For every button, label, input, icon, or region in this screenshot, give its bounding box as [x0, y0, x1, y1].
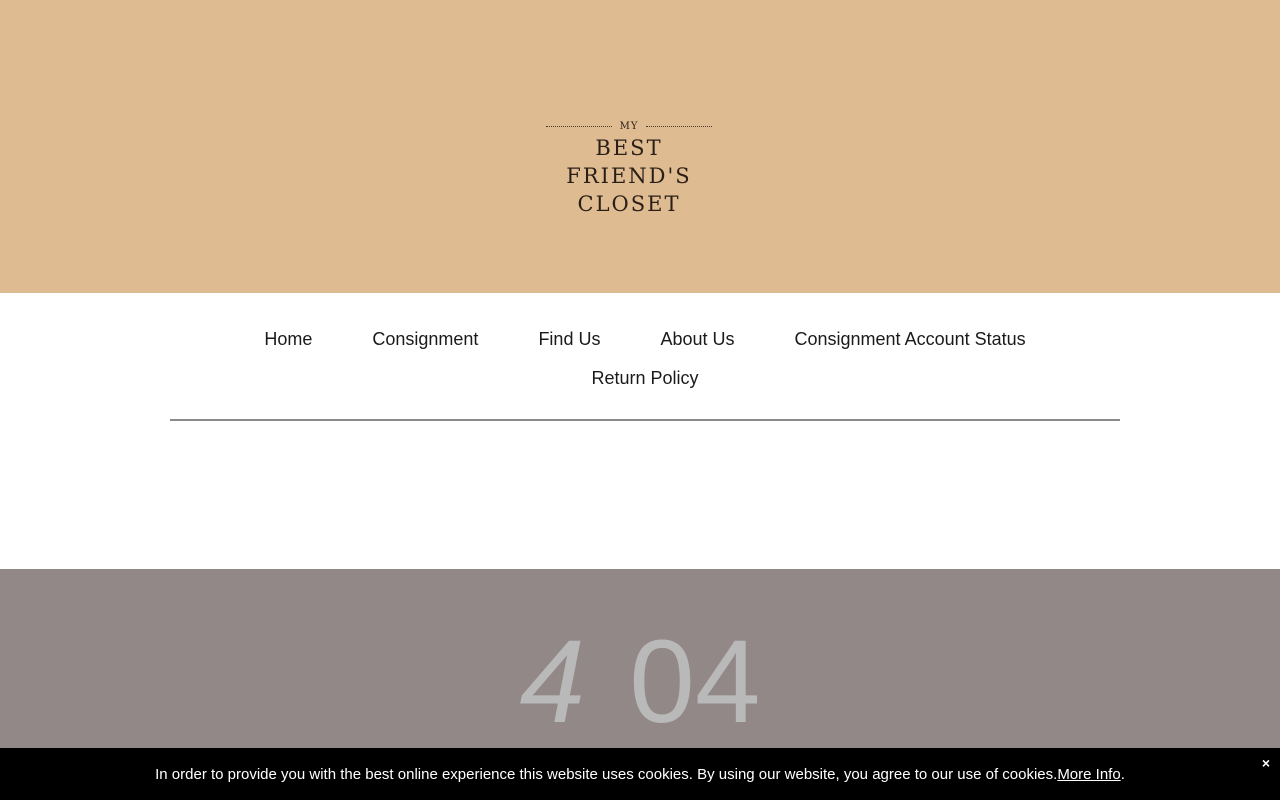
nav-item-consignment-account-status[interactable]: Consignment Account Status [795, 326, 1026, 352]
nav-item-home[interactable]: Home [264, 326, 312, 352]
site-header: MY BEST FRIEND'S CLOSET [0, 0, 1280, 293]
error-digits-04: 04 [629, 616, 761, 748]
cookie-suffix: . [1120, 765, 1125, 783]
error-digit-4: 4 [519, 616, 586, 748]
logo-line-1: BEST FRIEND'S [566, 136, 692, 188]
main-navigation: Home Consignment Find Us About Us Consig… [170, 320, 1120, 421]
error-code: 4 04 [500, 612, 780, 742]
cookie-banner: In order to provide you with the best on… [0, 748, 1280, 800]
nav-item-consignment[interactable]: Consignment [372, 326, 478, 352]
cookie-more-info-link[interactable]: More Info [1057, 766, 1120, 783]
cookie-message: In order to provide you with the best on… [155, 765, 1058, 783]
nav-item-find-us[interactable]: Find Us [538, 326, 600, 352]
nav-row-secondary: Return Policy [170, 365, 1120, 391]
nav-item-return-policy[interactable]: Return Policy [591, 365, 698, 391]
logo-my-text: MY [619, 120, 639, 132]
nav-row-primary: Home Consignment Find Us About Us Consig… [170, 326, 1120, 352]
close-icon[interactable]: × [1262, 756, 1270, 770]
logo-divider-right [646, 125, 713, 127]
nav-item-about-us[interactable]: About Us [660, 326, 734, 352]
site-logo[interactable]: MY BEST FRIEND'S CLOSET [530, 118, 728, 216]
logo-top-row: MY [530, 118, 728, 134]
logo-line-2: CLOSET [577, 192, 681, 216]
logo-divider-left [545, 125, 612, 127]
